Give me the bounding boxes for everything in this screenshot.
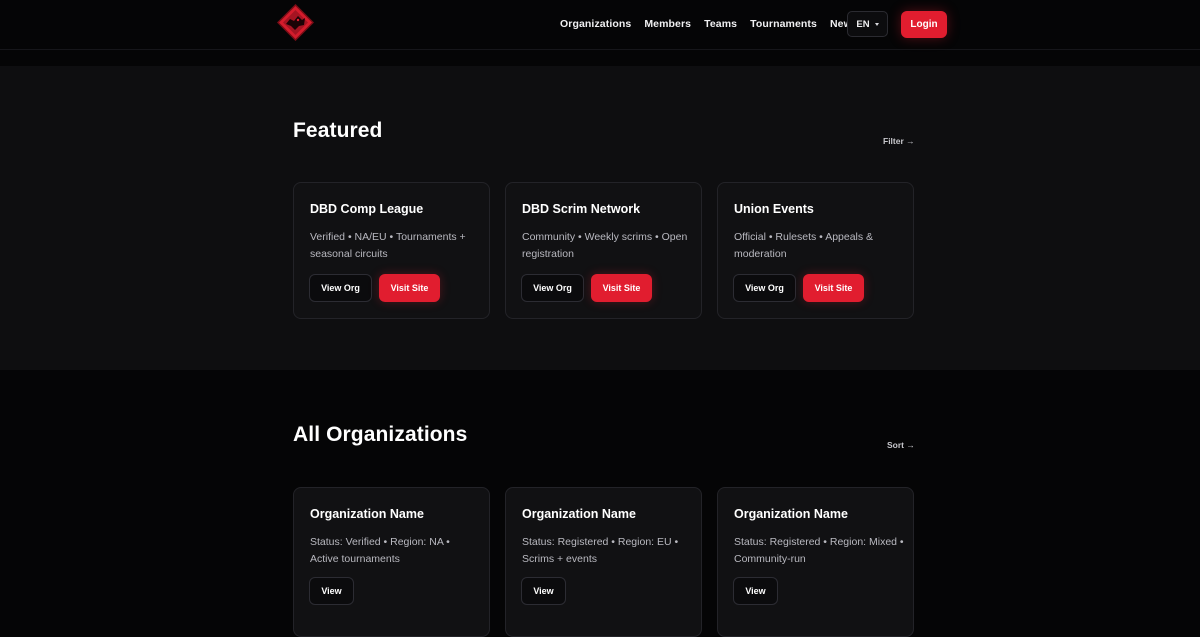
org-description: Status: Verified • Region: NA • Active t… xyxy=(310,536,450,565)
main-nav: Organizations Members Teams Tournaments … xyxy=(560,18,871,30)
featured-section: Featured Filter → DBD Comp League Verifi… xyxy=(0,66,1200,370)
featured-card: DBD Comp League Verified • NA/EU • Tourn… xyxy=(293,182,490,319)
view-org-button[interactable]: View Org xyxy=(521,274,584,302)
sort-link[interactable]: Sort → xyxy=(887,440,915,450)
org-description: Status: Registered • Region: Mixed • Com… xyxy=(734,536,904,565)
organization-card: Organization Name Status: Verified • Reg… xyxy=(293,487,490,637)
view-org-button[interactable]: View Org xyxy=(309,274,372,302)
org-name: Organization Name xyxy=(522,507,636,521)
featured-title: Featured xyxy=(293,119,383,142)
org-name: DBD Scrim Network xyxy=(522,202,641,216)
view-button[interactable]: View xyxy=(309,577,354,605)
nav-organizations-link[interactable]: Organizations xyxy=(560,18,631,30)
top-navbar: Organizations Members Teams Tournaments … xyxy=(0,0,1200,50)
org-description: Verified • NA/EU • Tournaments + seasona… xyxy=(310,231,466,260)
all-organizations-title: All Organizations xyxy=(293,423,468,446)
login-button[interactable]: Login xyxy=(901,11,947,38)
organization-card: Organization Name Status: Registered • R… xyxy=(505,487,702,637)
language-label: EN xyxy=(856,18,870,30)
nav-teams-link[interactable]: Teams xyxy=(704,18,737,30)
nav-members-link[interactable]: Members xyxy=(644,18,691,30)
all-organizations-section: All Organizations Sort → Organization Na… xyxy=(0,370,1200,637)
org-name: Organization Name xyxy=(310,507,424,521)
view-org-button[interactable]: View Org xyxy=(733,274,796,302)
visit-site-button[interactable]: Visit Site xyxy=(379,274,440,302)
visit-site-button[interactable]: Visit Site xyxy=(591,274,652,302)
org-name: DBD Comp League xyxy=(310,202,424,216)
caret-down-icon xyxy=(874,22,879,26)
featured-card: Union Events Official • Rulesets • Appea… xyxy=(717,182,914,319)
org-description: Community • Weekly scrims • Open registr… xyxy=(522,231,688,260)
filter-link[interactable]: Filter → xyxy=(883,136,915,146)
org-name: Union Events xyxy=(734,202,814,216)
org-name: Organization Name xyxy=(734,507,848,521)
organization-card: Organization Name Status: Registered • R… xyxy=(717,487,914,637)
featured-card: DBD Scrim Network Community • Weekly scr… xyxy=(505,182,702,319)
view-button[interactable]: View xyxy=(521,577,566,605)
brand-logo-icon[interactable] xyxy=(276,3,315,42)
visit-site-button[interactable]: Visit Site xyxy=(803,274,864,302)
org-description: Status: Registered • Region: EU • Scrims… xyxy=(522,536,679,565)
nav-tournaments-link[interactable]: Tournaments xyxy=(750,18,817,30)
language-selector[interactable]: EN xyxy=(847,11,888,37)
view-button[interactable]: View xyxy=(733,577,778,605)
org-description: Official • Rulesets • Appeals & moderati… xyxy=(734,231,874,260)
